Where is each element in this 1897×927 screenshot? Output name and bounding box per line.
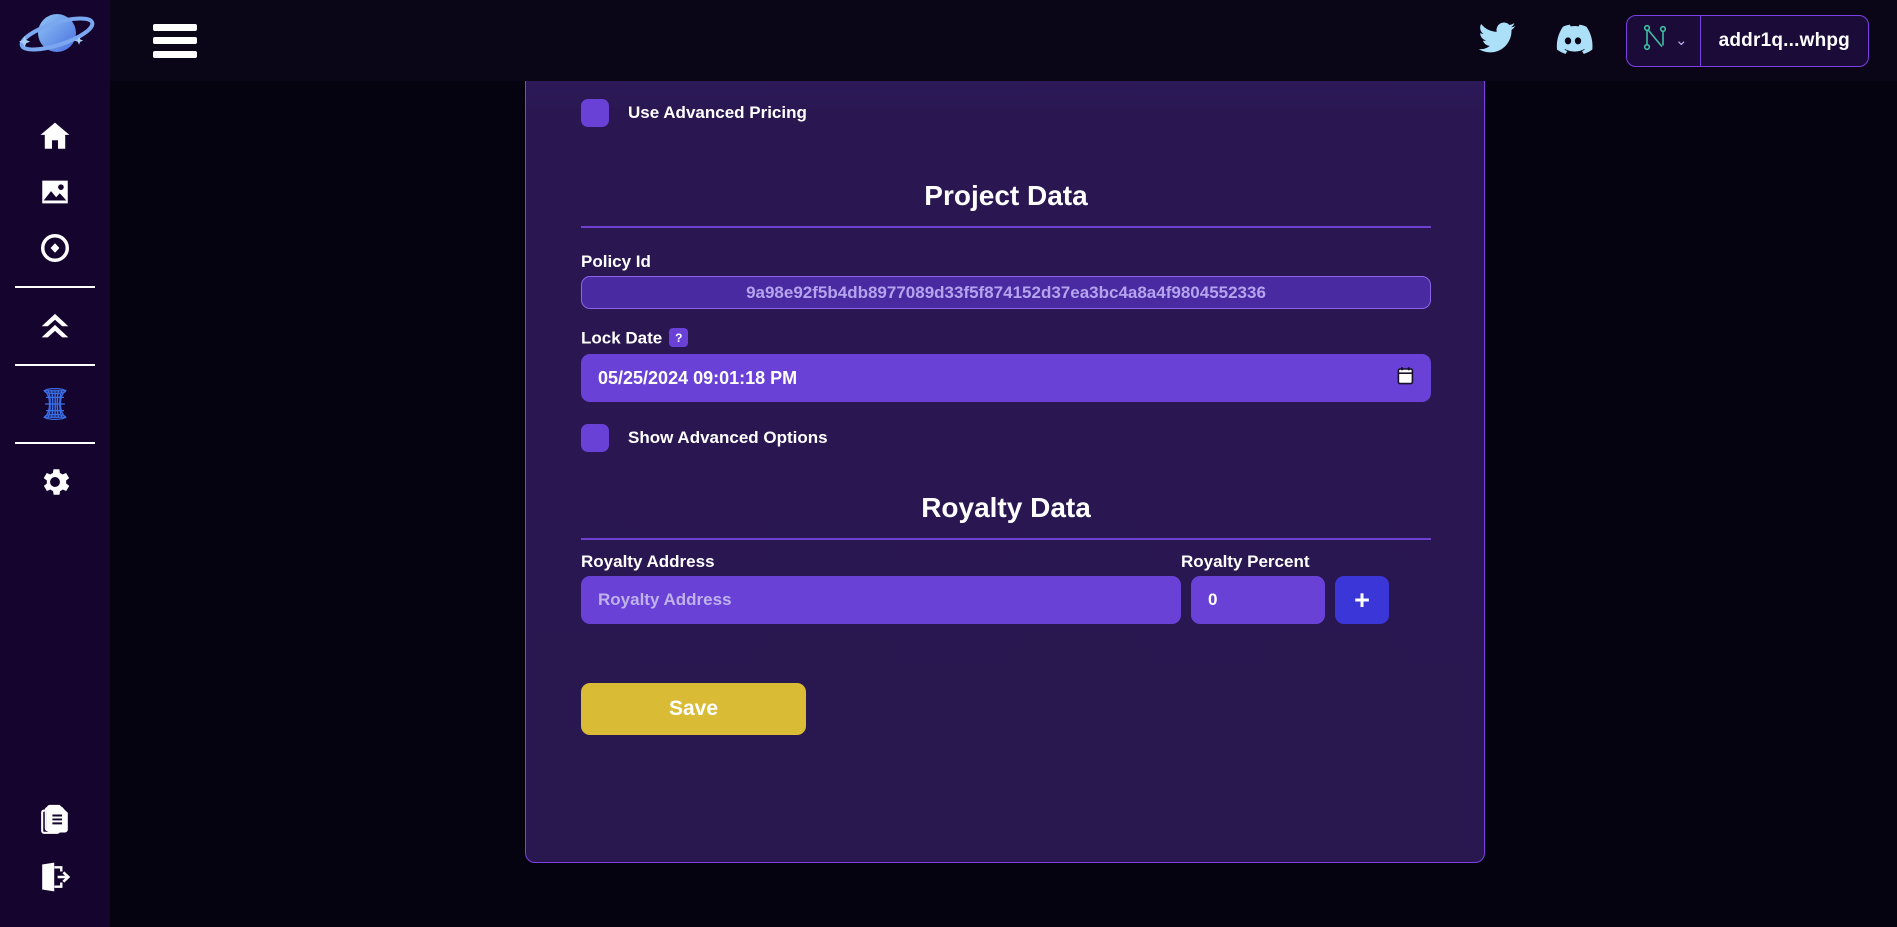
portal-icon xyxy=(36,385,74,423)
lock-date-label: Lock Date? xyxy=(581,328,689,349)
project-data-divider xyxy=(581,226,1431,228)
policy-id-value: 9a98e92f5b4db8977089d33f5f874152d37ea3bc… xyxy=(581,276,1431,309)
royalty-data-title: Royalty Data xyxy=(921,492,1091,523)
advanced-pricing-label: Use Advanced Pricing xyxy=(628,103,807,122)
royalty-percent-label: Royalty Percent xyxy=(1181,552,1310,571)
token-icon xyxy=(39,232,71,264)
royalty-percent-input[interactable] xyxy=(1191,576,1325,624)
sidebar-item-home[interactable] xyxy=(0,108,110,164)
home-icon xyxy=(37,119,73,153)
hamburger-bar xyxy=(153,37,197,44)
hamburger-bar xyxy=(153,50,197,58)
sidebar-item-mint[interactable] xyxy=(0,298,110,354)
add-royalty-button[interactable]: + xyxy=(1335,576,1389,624)
sidebar-item-logout[interactable] xyxy=(0,849,110,905)
gallery-icon xyxy=(38,175,72,209)
show-advanced-options-checkbox[interactable] xyxy=(581,424,609,452)
documents-icon xyxy=(39,804,71,838)
lock-date-label-text: Lock Date xyxy=(581,328,663,348)
lock-date-value: 05/25/2024 09:01:18 PM xyxy=(598,367,798,388)
show-advanced-options-label: Show Advanced Options xyxy=(628,428,828,447)
sidebar-item-portal[interactable] xyxy=(0,376,110,432)
header-actions: ⌄ addr1q...whpg xyxy=(1474,14,1897,67)
sidebar-nav-primary xyxy=(0,108,110,510)
app-root: ⌄ addr1q...whpg Use Advanced Pricing Pro… xyxy=(0,0,1897,927)
logout-icon xyxy=(38,861,72,893)
sidebar-divider xyxy=(15,364,95,366)
calendar-icon[interactable] xyxy=(1397,366,1414,390)
advanced-pricing-row: Use Advanced Pricing xyxy=(581,99,807,127)
lock-date-help-icon[interactable]: ? xyxy=(669,328,689,347)
wallet-address[interactable]: addr1q...whpg xyxy=(1701,16,1868,66)
chevrons-up-icon xyxy=(38,309,72,343)
nami-wallet-icon xyxy=(1641,23,1669,58)
wallet-connect-button[interactable]: ⌄ addr1q...whpg xyxy=(1626,14,1869,67)
hamburger-menu-icon[interactable] xyxy=(153,23,197,58)
gear-icon xyxy=(37,464,73,500)
hamburger-bar xyxy=(153,23,197,31)
royalty-address-input[interactable] xyxy=(581,576,1181,624)
sidebar-item-docs[interactable] xyxy=(0,793,110,849)
chevron-down-icon: ⌄ xyxy=(1675,32,1688,49)
project-data-title: Project Data xyxy=(924,180,1088,211)
sidebar xyxy=(0,0,110,927)
royalty-address-label: Royalty Address xyxy=(581,552,715,571)
twitter-icon[interactable] xyxy=(1474,18,1520,63)
discord-icon[interactable] xyxy=(1550,18,1596,63)
sidebar-nav-secondary xyxy=(0,793,110,905)
wallet-provider[interactable]: ⌄ xyxy=(1627,15,1701,66)
sidebar-item-gallery[interactable] xyxy=(0,164,110,220)
sidebar-item-token[interactable] xyxy=(0,220,110,276)
show-advanced-options-row: Show Advanced Options xyxy=(581,424,828,452)
sidebar-item-settings[interactable] xyxy=(0,454,110,510)
sidebar-divider xyxy=(15,442,95,444)
sidebar-divider xyxy=(15,286,95,288)
save-button[interactable]: Save xyxy=(581,683,806,735)
policy-id-label: Policy Id xyxy=(581,252,651,271)
project-settings-card: Use Advanced Pricing Project Data Policy… xyxy=(525,81,1485,863)
royalty-data-divider xyxy=(581,538,1431,540)
top-header: ⌄ addr1q...whpg xyxy=(110,0,1897,81)
planet-logo-icon[interactable] xyxy=(9,6,101,68)
main-content: Use Advanced Pricing Project Data Policy… xyxy=(110,81,1897,927)
advanced-pricing-checkbox[interactable] xyxy=(581,99,609,127)
lock-date-input[interactable]: 05/25/2024 09:01:18 PM xyxy=(581,354,1431,402)
